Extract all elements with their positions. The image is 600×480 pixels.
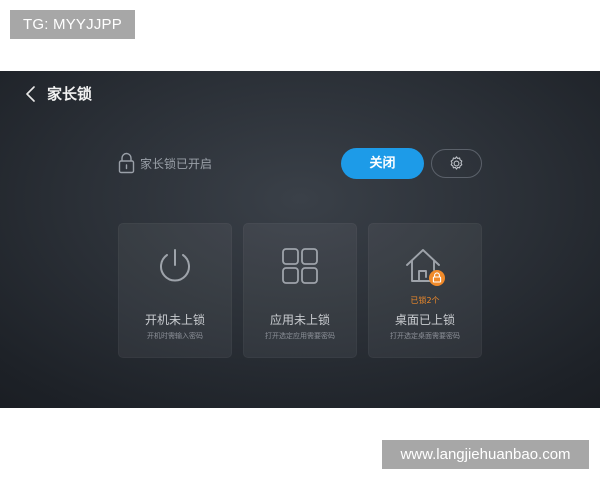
watermark-top: TG: MYYJJPP xyxy=(10,10,135,39)
lock-status: 家长锁已开启 xyxy=(118,151,212,175)
card-title: 应用未上锁 xyxy=(269,313,330,327)
card-boot-lock[interactable]: 开机未上锁 开机时需输入密码 xyxy=(118,223,232,358)
lock-icon xyxy=(118,152,135,174)
power-icon xyxy=(160,249,190,282)
home-lock-icon xyxy=(406,249,445,286)
watermark-bottom: www.langjiehuanbao.com xyxy=(382,440,589,469)
close-button[interactable]: 关闭 xyxy=(341,148,424,179)
gear-icon xyxy=(450,156,463,170)
card-desktop-lock[interactable]: 已锁2个 桌面已上锁 打开选定桌面需要密码 xyxy=(368,223,482,358)
card-description: 打开选定桌面需要密码 xyxy=(390,332,460,340)
settings-button[interactable] xyxy=(431,149,482,178)
apps-grid-icon xyxy=(282,248,318,284)
card-title: 桌面已上锁 xyxy=(394,313,455,327)
card-title: 开机未上锁 xyxy=(144,313,205,327)
chevron-left-icon[interactable] xyxy=(24,86,38,102)
card-app-lock[interactable]: 应用未上锁 打开选定应用需要密码 xyxy=(243,223,357,358)
card-badge: 已锁2个 xyxy=(410,296,440,305)
page: TG: MYYJJPP 家长锁 家长锁已开启 关闭 开机未上锁 开机时需输入密码… xyxy=(0,0,600,480)
card-description: 开机时需输入密码 xyxy=(147,332,203,340)
page-title: 家长锁 xyxy=(47,85,93,103)
card-description: 打开选定应用需要密码 xyxy=(265,332,335,340)
tv-screen: 家长锁 家长锁已开启 关闭 开机未上锁 开机时需输入密码 应用未上锁 打开选定应… xyxy=(0,71,600,408)
lock-status-text: 家长锁已开启 xyxy=(140,156,213,171)
